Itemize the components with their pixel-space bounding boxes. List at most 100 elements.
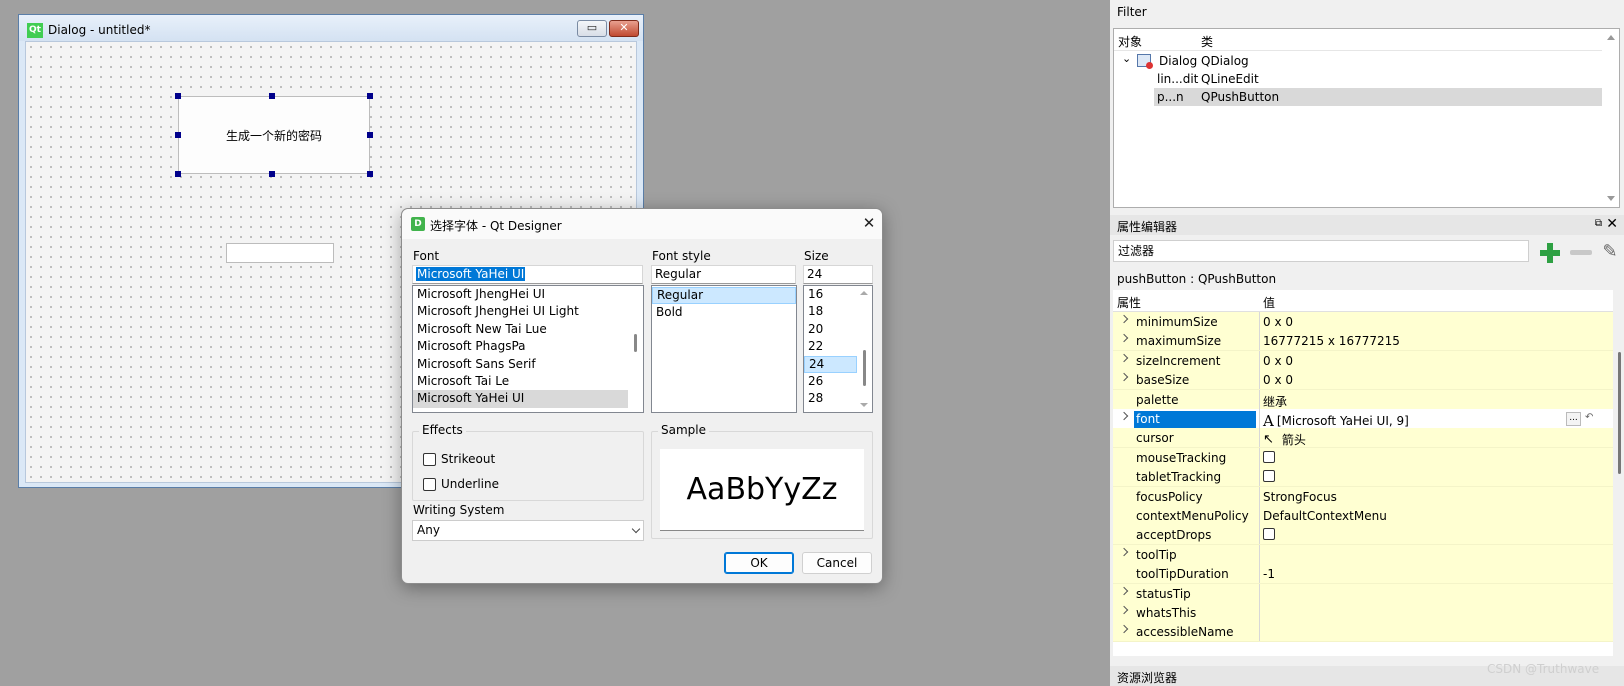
expand-arrow-icon[interactable]	[1119, 372, 1129, 382]
tabletTracking-checkbox[interactable]	[1263, 470, 1275, 483]
mouseTracking-checkbox[interactable]	[1263, 450, 1275, 463]
configure-wrench-icon[interactable]: ✎	[1598, 240, 1622, 264]
writing-system-select[interactable]: Any	[412, 520, 644, 541]
size-list-item[interactable]: 26	[804, 373, 857, 390]
property-value[interactable]: ↖ 箭头	[1263, 431, 1306, 448]
expand-arrow-icon[interactable]	[1119, 547, 1129, 557]
expand-arrow-icon[interactable]	[1119, 625, 1129, 634]
property-table[interactable]: 属性 值 minimumSize 0 x 0 maximumSize 16777215…	[1113, 290, 1613, 656]
property-editor-header[interactable]: 属性编辑器 ⧉ ✕	[1110, 215, 1624, 235]
form-titlebar[interactable]: Qt Dialog - untitled* ▭ ✕	[19, 15, 643, 41]
line-edit[interactable]	[226, 243, 334, 263]
minimize-button[interactable]: ▭	[577, 20, 607, 37]
resize-handle[interactable]	[367, 132, 373, 138]
tree-row-pushbutton[interactable]: p...n QPushButton	[1154, 88, 1602, 106]
property-row-focusPolicy[interactable]: focusPolicy StrongFocus	[1113, 486, 1613, 507]
property-row-statusTip[interactable]: statusTip	[1113, 583, 1613, 604]
resize-handle[interactable]	[175, 171, 181, 177]
resize-handle[interactable]	[367, 171, 373, 177]
property-table-scrollbar[interactable]	[1614, 310, 1624, 656]
property-value[interactable]	[1263, 470, 1275, 483]
acceptDrops-checkbox[interactable]	[1263, 528, 1275, 541]
font-list-item[interactable]: Microsoft Tai Le	[413, 373, 628, 390]
resize-handle[interactable]	[175, 132, 181, 138]
property-value[interactable]: A [Microsoft YaHei UI, 9]	[1263, 412, 1409, 430]
property-row-toolTip[interactable]: toolTip	[1113, 544, 1613, 565]
float-icon[interactable]: ⧉	[1595, 218, 1602, 229]
property-value[interactable]: 0 x 0	[1263, 354, 1293, 368]
property-row-cursor[interactable]: cursor ↖ 箭头	[1113, 428, 1613, 449]
ok-button[interactable]: OK	[724, 552, 794, 574]
property-value[interactable]: 0 x 0	[1263, 373, 1293, 387]
expand-arrow-icon[interactable]	[1119, 353, 1129, 363]
expand-arrow-icon[interactable]	[1119, 334, 1129, 343]
close-icon[interactable]: ✕	[1606, 216, 1618, 232]
resize-handle[interactable]	[269, 93, 275, 99]
size-list-item[interactable]: 22	[804, 338, 857, 355]
property-row-maximumSize[interactable]: maximumSize 16777215 x 16777215	[1113, 331, 1613, 352]
tree-row-dialog[interactable]: ⌄ Dialog QDialog	[1114, 52, 1602, 70]
property-value[interactable]: DefaultContextMenu	[1263, 509, 1387, 523]
property-row-contextMenuPolicy[interactable]: contextMenuPolicy DefaultContextMenu	[1113, 506, 1613, 526]
resize-handle[interactable]	[367, 93, 373, 99]
size-list[interactable]: 16 18 20 22 24 26 28	[803, 285, 873, 413]
property-value[interactable]: 0 x 0	[1263, 315, 1293, 329]
cancel-button[interactable]: Cancel	[802, 552, 872, 574]
size-list-item[interactable]: 16	[804, 286, 857, 303]
expand-arrow-icon[interactable]: ⌄	[1122, 52, 1131, 65]
font-style-list[interactable]: Regular Bold	[651, 285, 797, 413]
property-row-acceptDrops[interactable]: acceptDrops	[1113, 525, 1613, 546]
expand-arrow-icon[interactable]	[1119, 605, 1129, 615]
font-family-list[interactable]: Microsoft JhengHei UI Microsoft JhengHei …	[412, 285, 644, 413]
resize-handle[interactable]	[175, 93, 181, 99]
close-button[interactable]: ✕	[609, 20, 639, 37]
property-value[interactable]: -1	[1263, 567, 1275, 581]
resize-handle[interactable]	[269, 171, 275, 177]
size-list-item[interactable]: 20	[804, 321, 857, 338]
underline-checkbox[interactable]	[423, 477, 436, 491]
property-row-tabletTracking[interactable]: tabletTracking	[1113, 467, 1613, 488]
property-value[interactable]	[1263, 450, 1275, 463]
size-list-item[interactable]: 18	[804, 303, 857, 320]
property-row-whatsThis[interactable]: whatsThis	[1113, 603, 1613, 623]
expand-arrow-icon[interactable]	[1119, 314, 1129, 324]
property-row-mouseTracking[interactable]: mouseTracking	[1113, 447, 1613, 468]
property-row-toolTipDuration[interactable]: toolTipDuration -1	[1113, 564, 1613, 585]
font-list-item[interactable]: Microsoft PhagsPa	[413, 338, 628, 355]
object-inspector-tree[interactable]: 对象 类 ⌄ Dialog QDialog lin...dit QLineEdi…	[1113, 28, 1620, 208]
property-row-baseSize[interactable]: baseSize 0 x 0	[1113, 370, 1613, 391]
underline-option[interactable]: Underline	[423, 477, 499, 491]
font-name-input[interactable]: Microsoft YaHei UI	[412, 265, 643, 284]
font-list-scrollbar[interactable]	[628, 286, 643, 412]
property-value[interactable]: 16777215 x 16777215	[1263, 334, 1400, 348]
size-list-item[interactable]: 24	[804, 355, 857, 373]
style-list-item[interactable]: Regular	[652, 287, 796, 305]
generate-password-button[interactable]: 生成一个新的密码	[178, 96, 370, 174]
size-list-item[interactable]: 28	[804, 390, 857, 407]
font-list-item[interactable]: Microsoft JhengHei UI	[413, 286, 628, 303]
font-edit-button[interactable]: ...	[1566, 412, 1581, 426]
font-dialog[interactable]: D 选择字体 - Qt Designer ✕ Font Microsoft Ya…	[401, 208, 883, 584]
tree-row-lineedit[interactable]: lin...dit QLineEdit	[1154, 70, 1602, 88]
strikeout-option[interactable]: Strikeout	[423, 452, 495, 466]
remove-property-icon[interactable]	[1570, 250, 1592, 255]
property-row-accessibleName[interactable]: accessibleName	[1113, 622, 1613, 643]
font-list-item[interactable]: Microsoft JhengHei UI Light	[413, 303, 628, 320]
property-filter-input[interactable]: 过滤器	[1113, 240, 1529, 262]
strikeout-checkbox[interactable]	[423, 452, 436, 466]
dialog-close-icon[interactable]: ✕	[860, 215, 878, 233]
property-row-font[interactable]: font A [Microsoft YaHei UI, 9]... ↶	[1113, 409, 1613, 430]
property-row-palette[interactable]: palette 继承	[1113, 389, 1613, 410]
expand-arrow-icon[interactable]	[1119, 586, 1129, 595]
add-property-icon[interactable]	[1538, 241, 1562, 265]
property-row-sizeIncrement[interactable]: sizeIncrement 0 x 0	[1113, 350, 1613, 371]
font-list-item[interactable]: Microsoft New Tai Lue	[413, 321, 628, 338]
font-list-item[interactable]: Microsoft Sans Serif	[413, 356, 628, 373]
expand-arrow-icon[interactable]	[1119, 411, 1129, 421]
property-value[interactable]: 继承	[1263, 393, 1287, 410]
font-style-input[interactable]: Regular	[651, 265, 796, 284]
font-dialog-titlebar[interactable]: D 选择字体 - Qt Designer ✕	[402, 209, 882, 239]
property-value[interactable]	[1263, 528, 1275, 541]
object-tree-scrollbar[interactable]	[1603, 29, 1619, 207]
property-row-minimumSize[interactable]: minimumSize 0 x 0	[1113, 312, 1613, 332]
